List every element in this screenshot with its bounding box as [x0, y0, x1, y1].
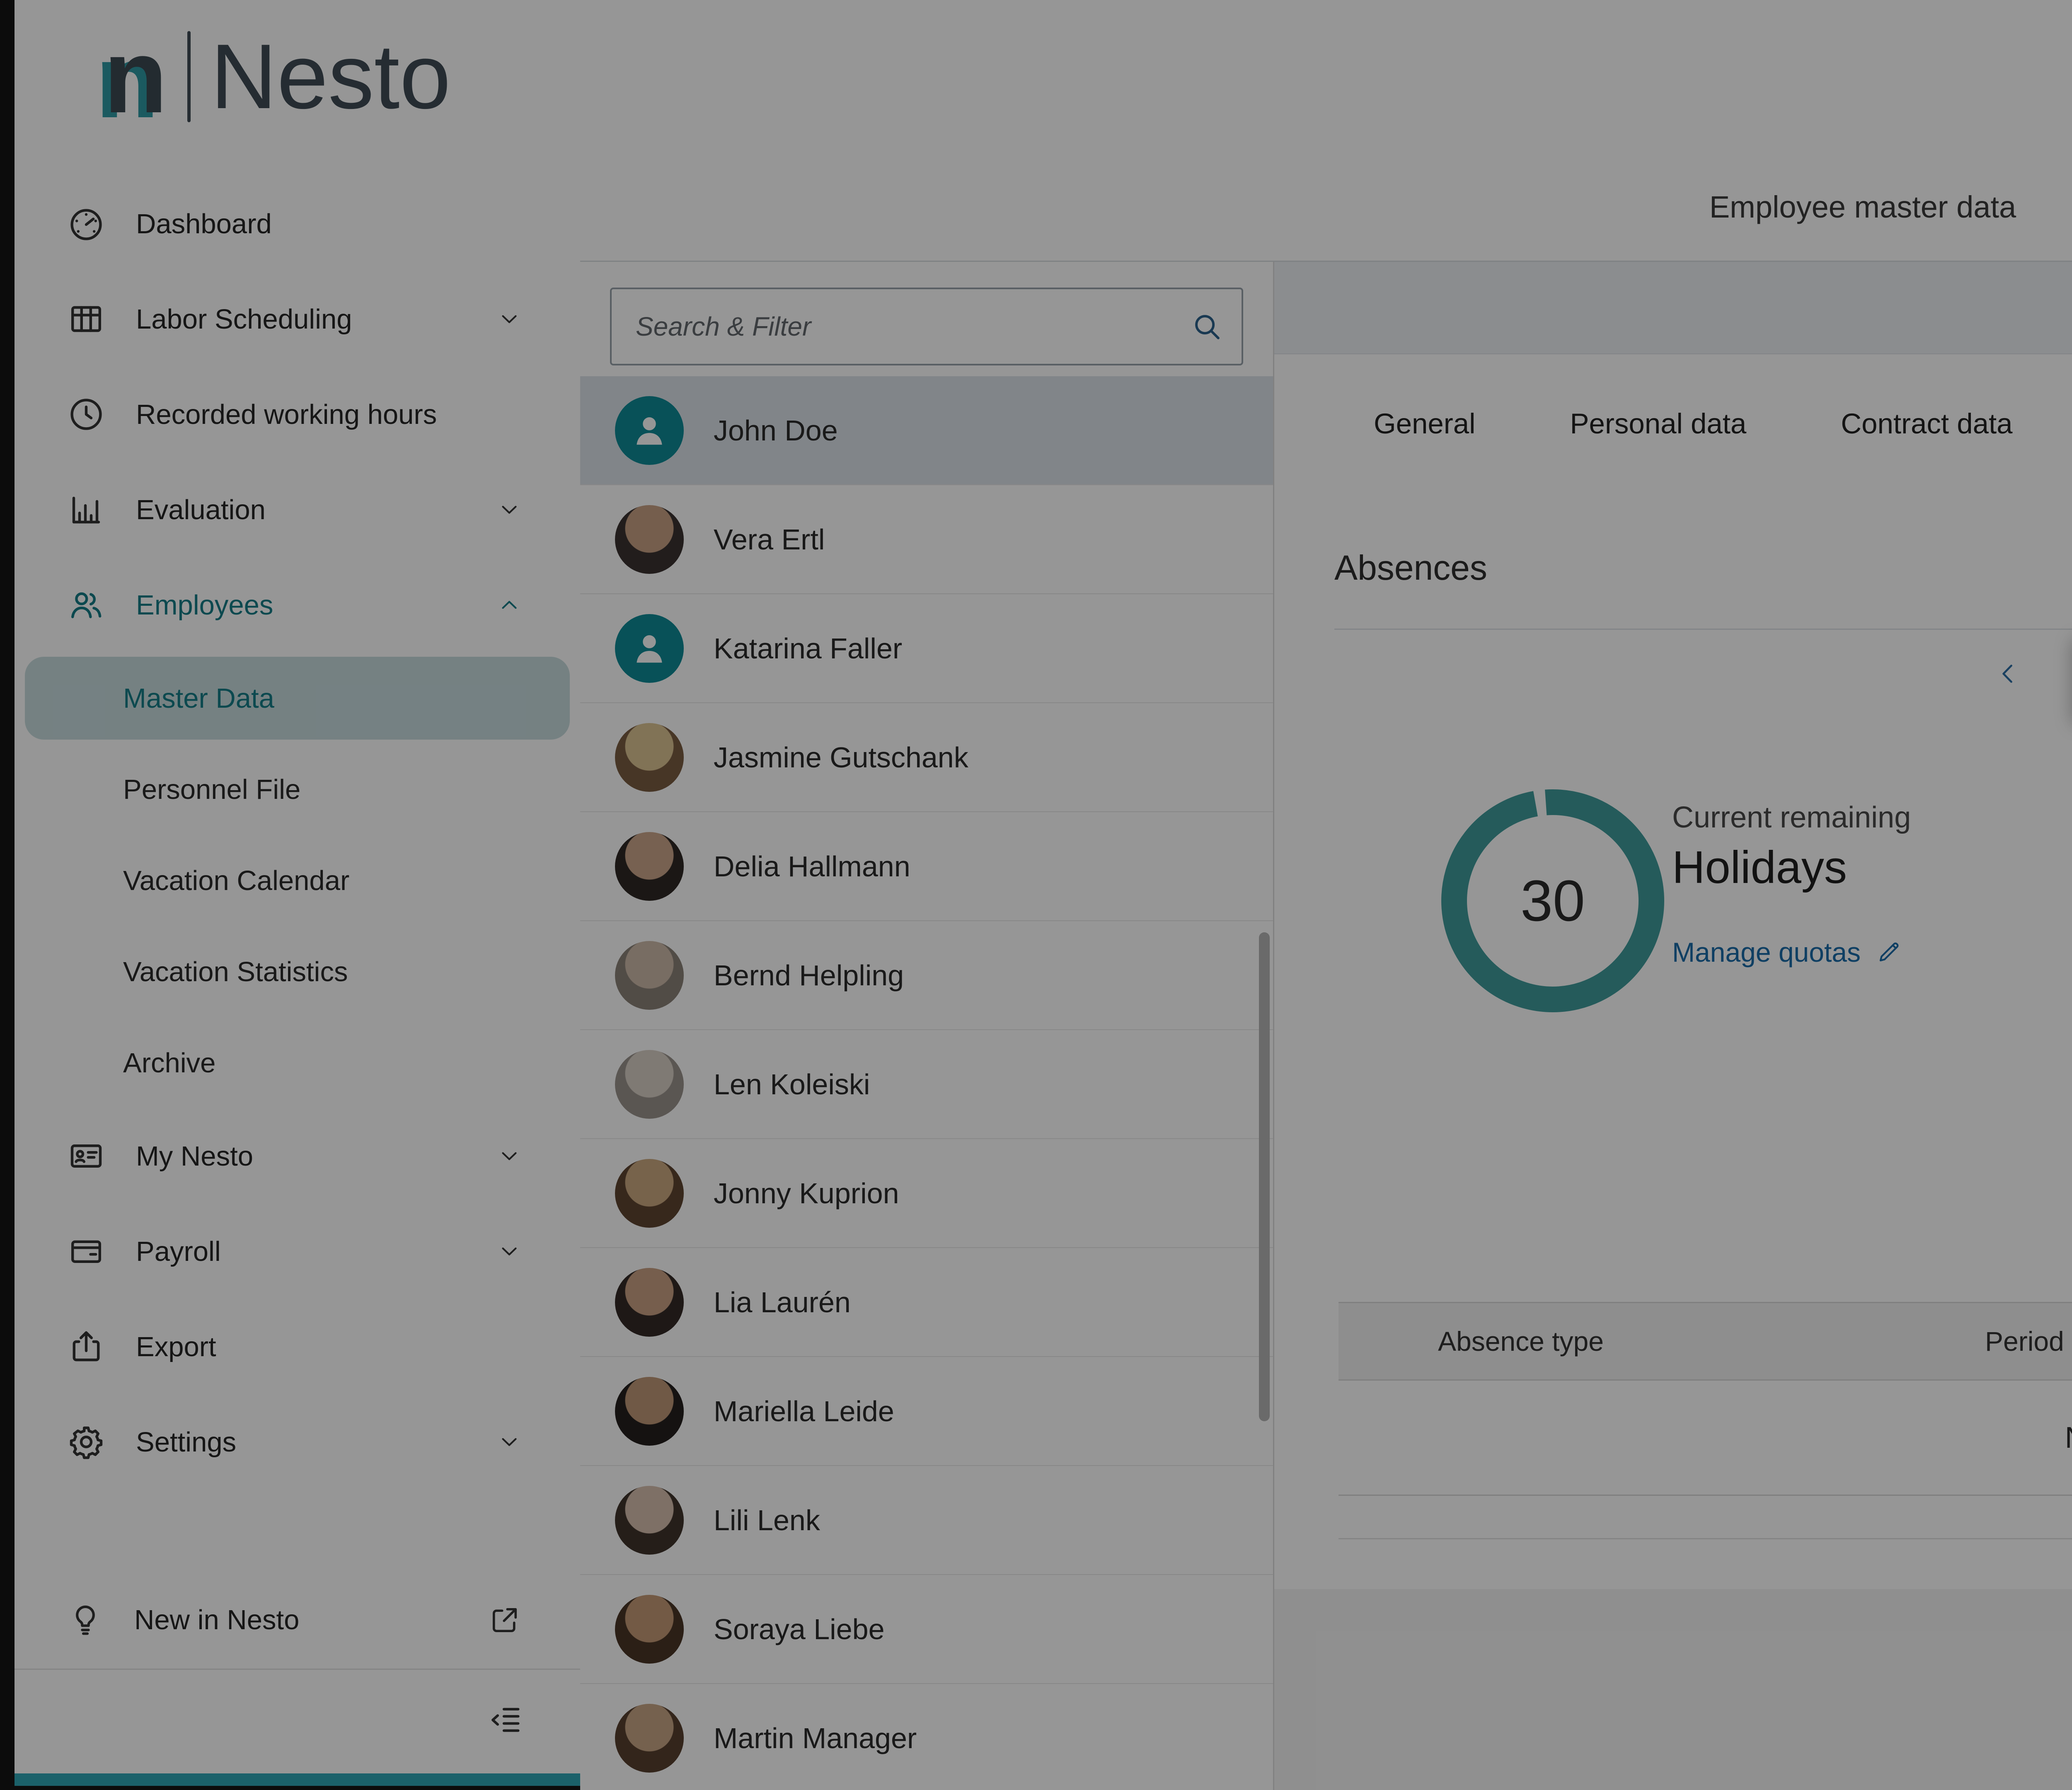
app-window: nn Nesto Manual Karlsruhe DashboardLabor…	[0, 0, 2072, 1790]
tutorial-dim-overlay	[0, 0, 2072, 1790]
